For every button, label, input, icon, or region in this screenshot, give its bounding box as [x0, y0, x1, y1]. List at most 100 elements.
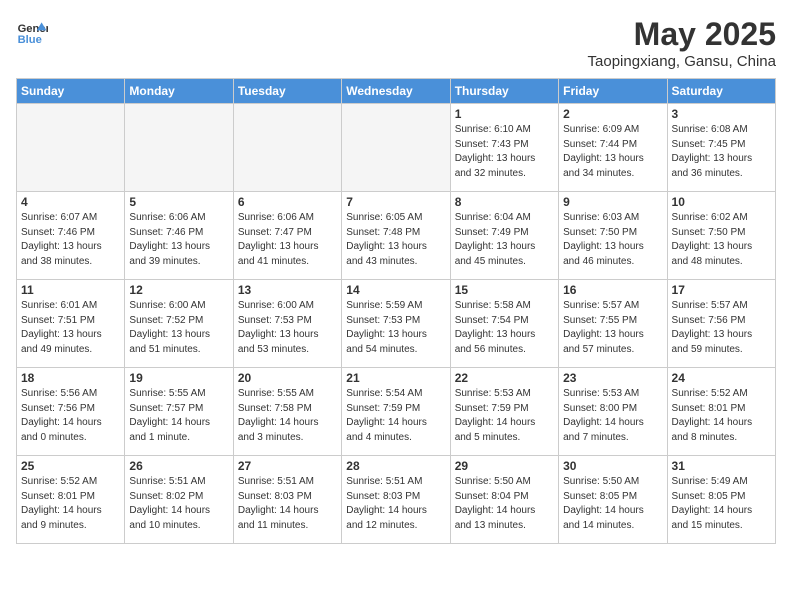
header-day-tuesday: Tuesday	[233, 79, 341, 104]
calendar-cell: 9 Sunrise: 6:03 AM Sunset: 7:50 PM Daylig…	[559, 192, 667, 280]
cell-info: Sunrise: 5:54 AM Sunset: 7:59 PM Dayligh…	[346, 387, 445, 445]
header-day-sunday: Sunday	[17, 79, 125, 104]
cell-info: Sunrise: 5:59 AM Sunset: 7:53 PM Dayligh…	[346, 299, 445, 357]
cell-info: Sunrise: 5:51 AM Sunset: 8:03 PM Dayligh…	[238, 475, 337, 533]
calendar-cell: 7Sunrise: 6:05 AM Sunset: 7:48 PM Daylig…	[342, 192, 450, 280]
calendar-cell: 19Sunrise: 5:55 AM Sunset: 7:57 PM Dayli…	[125, 368, 233, 456]
cell-info: Sunrise: 6:01 AM Sunset: 7:51 PM Dayligh…	[21, 299, 120, 357]
calendar-cell: 22 Sunrise: 5:53 AM Sunset: 7:59 PM Dayli…	[450, 368, 558, 456]
header-day-friday: Friday	[559, 79, 667, 104]
page-header: General Blue May 2025 Taopingxiang, Gans…	[16, 16, 776, 70]
calendar-cell	[17, 104, 125, 192]
day-number: 10	[672, 195, 771, 209]
calendar-cell	[233, 104, 341, 192]
cell-info: Sunrise: 5:52 AM Sunset: 8:01 PM Dayligh…	[672, 387, 771, 445]
calendar-cell: 25Sunrise: 5:52 AM Sunset: 8:01 PM Dayli…	[17, 456, 125, 544]
cell-info: Sunrise: 6:00 AM Sunset: 7:53 PM Dayligh…	[238, 299, 337, 357]
cell-info: Sunrise: 5:57 AM Sunset: 7:55 PM Dayligh…	[563, 299, 662, 357]
calendar-cell: 24 Sunrise: 5:52 AM Sunset: 8:01 PM Dayli…	[667, 368, 775, 456]
calendar-cell: 11 Sunrise: 6:01 AM Sunset: 7:51 PM Dayli…	[17, 280, 125, 368]
day-number: 9	[563, 195, 662, 209]
calendar-cell: 20 Sunrise: 5:55 AM Sunset: 7:58 PM Dayli…	[233, 368, 341, 456]
day-number: 11	[21, 283, 120, 297]
cell-info: Sunrise: 6:06 AM Sunset: 7:47 PM Dayligh…	[238, 211, 337, 269]
cell-info: Sunrise: 5:56 AM Sunset: 7:56 PM Dayligh…	[21, 387, 120, 445]
logo: General Blue	[16, 16, 48, 48]
calendar-week-row: 4 Sunrise: 6:07 AM Sunset: 7:46 PM Daylig…	[17, 192, 776, 280]
calendar-cell: 15 Sunrise: 5:58 AM Sunset: 7:54 PM Dayli…	[450, 280, 558, 368]
calendar-cell: 30 Sunrise: 5:50 AM Sunset: 8:05 PM Dayli…	[559, 456, 667, 544]
day-number: 31	[672, 459, 771, 473]
calendar-cell: 13 Sunrise: 6:00 AM Sunset: 7:53 PM Dayli…	[233, 280, 341, 368]
cell-info: Sunrise: 5:57 AM Sunset: 7:56 PM Dayligh…	[672, 299, 771, 357]
calendar-cell: 3 Sunrise: 6:08 AM Sunset: 7:45 PM Daylig…	[667, 104, 775, 192]
day-number: 3	[672, 107, 771, 121]
cell-info: Sunrise: 6:00 AM Sunset: 7:52 PM Dayligh…	[129, 299, 228, 357]
day-number: 22	[455, 371, 554, 385]
cell-info: Sunrise: 5:49 AM Sunset: 8:05 PM Dayligh…	[672, 475, 771, 533]
cell-info: Sunrise: 6:02 AM Sunset: 7:50 PM Dayligh…	[672, 211, 771, 269]
cell-info: Sunrise: 6:06 AM Sunset: 7:46 PM Dayligh…	[129, 211, 228, 269]
day-number: 21	[346, 371, 445, 385]
calendar-cell: 27 Sunrise: 5:51 AM Sunset: 8:03 PM Dayli…	[233, 456, 341, 544]
day-number: 6	[238, 195, 337, 209]
day-number: 8	[455, 195, 554, 209]
day-number: 24	[672, 371, 771, 385]
header-day-monday: Monday	[125, 79, 233, 104]
calendar-cell	[342, 104, 450, 192]
title-block: May 2025 Taopingxiang, Gansu, China	[588, 16, 776, 70]
calendar-cell: 28 Sunrise: 5:51 AM Sunset: 8:03 PM Dayli…	[342, 456, 450, 544]
calendar-cell	[125, 104, 233, 192]
day-number: 5	[129, 195, 228, 209]
day-number: 16	[563, 283, 662, 297]
day-number: 28	[346, 459, 445, 473]
cell-info: Sunrise: 5:58 AM Sunset: 7:54 PM Dayligh…	[455, 299, 554, 357]
day-number: 20	[238, 371, 337, 385]
day-number: 1	[455, 107, 554, 121]
cell-info: Sunrise: 5:53 AM Sunset: 7:59 PM Dayligh…	[455, 387, 554, 445]
calendar-table: SundayMondayTuesdayWednesdayThursdayFrid…	[16, 78, 776, 544]
calendar-cell: 26 Sunrise: 5:51 AM Sunset: 8:02 PM Dayli…	[125, 456, 233, 544]
day-number: 18	[21, 371, 120, 385]
calendar-cell: 12 Sunrise: 6:00 AM Sunset: 7:52 PM Dayli…	[125, 280, 233, 368]
cell-info: Sunrise: 6:09 AM Sunset: 7:44 PM Dayligh…	[563, 123, 662, 181]
day-number: 17	[672, 283, 771, 297]
day-number: 4	[21, 195, 120, 209]
calendar-cell: 21 Sunrise: 5:54 AM Sunset: 7:59 PM Dayli…	[342, 368, 450, 456]
day-number: 15	[455, 283, 554, 297]
location-title: Taopingxiang, Gansu, China	[588, 53, 776, 70]
cell-info: Sunrise: 6:10 AM Sunset: 7:43 PM Dayligh…	[455, 123, 554, 181]
cell-info: Sunrise: 5:51 AM Sunset: 8:03 PM Dayligh…	[346, 475, 445, 533]
cell-info: Sunrise: 5:53 AM Sunset: 8:00 PM Dayligh…	[563, 387, 662, 445]
header-day-thursday: Thursday	[450, 79, 558, 104]
calendar-cell: 16 Sunrise: 5:57 AM Sunset: 7:55 PM Dayli…	[559, 280, 667, 368]
cell-info: Sunrise: 5:55 AM Sunset: 7:58 PM Dayligh…	[238, 387, 337, 445]
month-title: May 2025	[588, 16, 776, 53]
calendar-cell: 23 Sunrise: 5:53 AM Sunset: 8:00 PM Dayli…	[559, 368, 667, 456]
cell-info: Sunrise: 6:08 AM Sunset: 7:45 PM Dayligh…	[672, 123, 771, 181]
header-day-wednesday: Wednesday	[342, 79, 450, 104]
svg-text:Blue: Blue	[18, 34, 42, 46]
calendar-cell: 29Sunrise: 5:50 AM Sunset: 8:04 PM Dayli…	[450, 456, 558, 544]
cell-info: Sunrise: 5:50 AM Sunset: 8:05 PM Dayligh…	[563, 475, 662, 533]
calendar-week-row: 25Sunrise: 5:52 AM Sunset: 8:01 PM Dayli…	[17, 456, 776, 544]
calendar-cell: 17 Sunrise: 5:57 AM Sunset: 7:56 PM Dayli…	[667, 280, 775, 368]
day-number: 27	[238, 459, 337, 473]
calendar-cell: 2Sunrise: 6:09 AM Sunset: 7:44 PM Daylig…	[559, 104, 667, 192]
day-number: 23	[563, 371, 662, 385]
day-number: 13	[238, 283, 337, 297]
calendar-cell: 6 Sunrise: 6:06 AM Sunset: 7:47 PM Daylig…	[233, 192, 341, 280]
calendar-week-row: 1 Sunrise: 6:10 AM Sunset: 7:43 PM Daylig…	[17, 104, 776, 192]
day-number: 29	[455, 459, 554, 473]
cell-info: Sunrise: 6:03 AM Sunset: 7:50 PM Dayligh…	[563, 211, 662, 269]
day-number: 19	[129, 371, 228, 385]
day-number: 30	[563, 459, 662, 473]
calendar-cell: 14Sunrise: 5:59 AM Sunset: 7:53 PM Dayli…	[342, 280, 450, 368]
cell-info: Sunrise: 6:07 AM Sunset: 7:46 PM Dayligh…	[21, 211, 120, 269]
calendar-cell: 5 Sunrise: 6:06 AM Sunset: 7:46 PM Daylig…	[125, 192, 233, 280]
header-day-saturday: Saturday	[667, 79, 775, 104]
day-number: 12	[129, 283, 228, 297]
day-number: 26	[129, 459, 228, 473]
cell-info: Sunrise: 6:05 AM Sunset: 7:48 PM Dayligh…	[346, 211, 445, 269]
cell-info: Sunrise: 5:51 AM Sunset: 8:02 PM Dayligh…	[129, 475, 228, 533]
